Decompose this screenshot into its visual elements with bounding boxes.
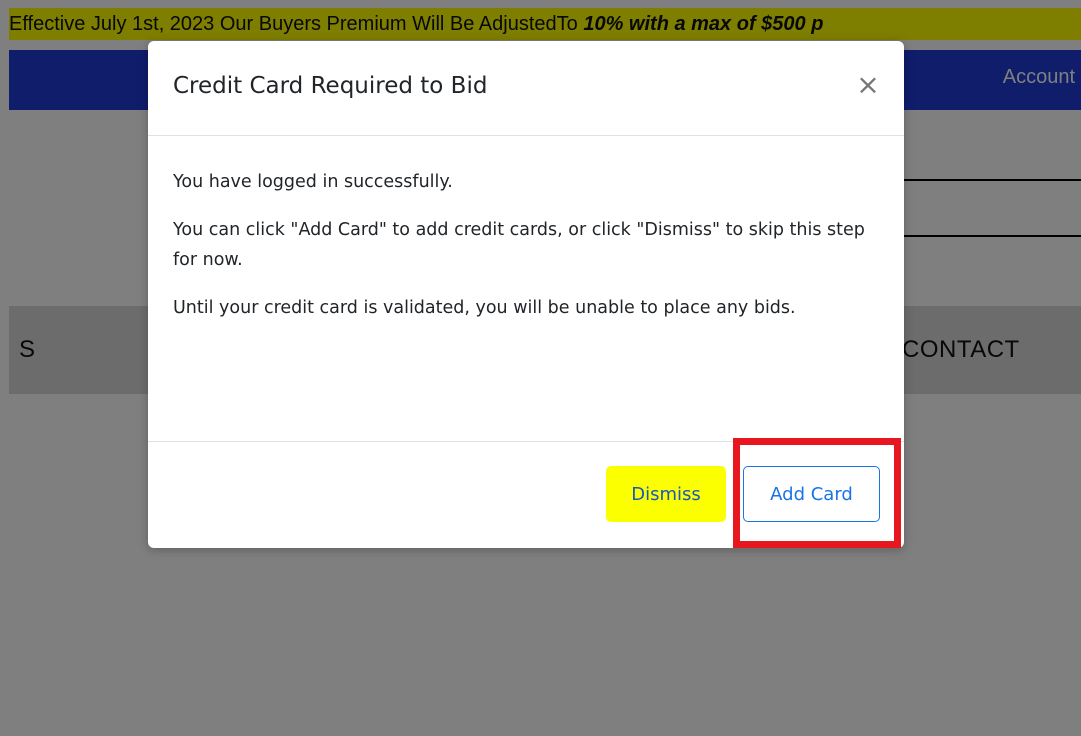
dismiss-button[interactable]: Dismiss: [606, 466, 726, 522]
add-card-button[interactable]: Add Card: [743, 466, 880, 522]
modal-header: Credit Card Required to Bid ×: [148, 41, 904, 136]
modal-body: You have logged in successfully. You can…: [173, 167, 873, 341]
modal-footer: Dismiss Add Card: [148, 441, 904, 548]
credit-card-modal: Credit Card Required to Bid × You have l…: [148, 41, 904, 548]
page: Effective July 1st, 2023 Our Buyers Prem…: [0, 0, 1081, 736]
modal-message-login: You have logged in successfully.: [173, 172, 453, 192]
modal-message-instructions: You can click "Add Card" to add credit c…: [173, 220, 865, 270]
modal-message-warning: Until your credit card is validated, you…: [173, 298, 796, 318]
close-icon[interactable]: ×: [854, 69, 882, 101]
modal-title: Credit Card Required to Bid: [173, 73, 488, 99]
